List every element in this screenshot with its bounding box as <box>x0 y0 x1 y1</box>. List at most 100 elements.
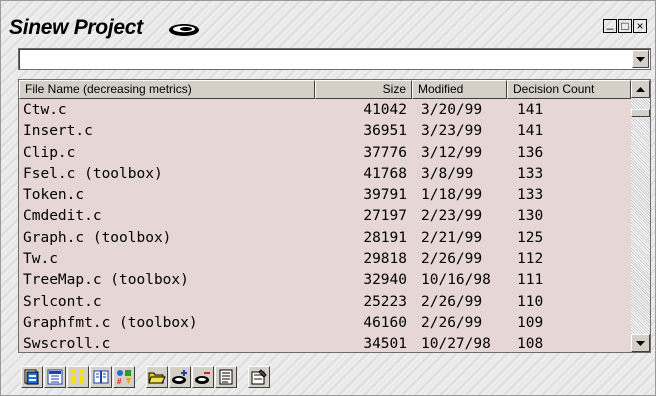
file-modified: 10/16/98 <box>421 272 491 289</box>
open-folder-button[interactable] <box>146 366 168 388</box>
list-item[interactable]: Swscroll.c 34501 10/27/98 108 <box>19 334 631 353</box>
column-header-modified[interactable]: Modified <box>412 80 507 99</box>
file-modified: 1/18/99 <box>421 187 483 204</box>
window-controls: _ □ × <box>603 16 647 33</box>
file-name: Token.c <box>23 187 85 204</box>
restore-icon: □ <box>621 19 629 33</box>
file-decision-count: 109 <box>517 314 544 331</box>
open-folder-icon <box>148 372 166 384</box>
detail-view-button[interactable] <box>44 366 66 388</box>
scroll-down-button[interactable] <box>631 334 650 352</box>
file-name: TreeMap.c (toolbox) <box>23 272 189 289</box>
file-decision-count: 133 <box>517 165 544 182</box>
minimize-button[interactable]: _ <box>603 16 617 33</box>
file-modified: 3/23/99 <box>421 123 483 140</box>
file-size: 46160 <box>363 314 407 331</box>
dropdown-button[interactable] <box>632 50 649 68</box>
title-bar: Sinew Project _ □ × <box>7 11 649 43</box>
book-view-button[interactable] <box>90 366 112 388</box>
arrow-down-icon <box>636 340 645 346</box>
list-item[interactable]: Tw.c 29818 2/26/99 112 <box>19 249 631 270</box>
list-item[interactable]: Graphfmt.c (toolbox) 46160 2/26/99 109 <box>19 313 631 334</box>
list-item[interactable]: Cmdedit.c 27197 2/23/99 130 <box>19 206 631 227</box>
file-view-icon <box>24 369 39 385</box>
scroll-up-button[interactable] <box>631 80 650 98</box>
close-icon: × <box>636 19 644 33</box>
file-name: Insert.c <box>23 123 93 140</box>
file-modified: 3/12/99 <box>421 144 483 161</box>
file-decision-count: 133 <box>517 187 544 204</box>
remove-disk-button[interactable] <box>192 366 214 388</box>
list-item[interactable]: Clip.c 37776 3/12/99 136 <box>19 143 631 164</box>
file-size: 41042 <box>363 102 407 118</box>
file-size: 28191 <box>363 229 407 246</box>
column-header-size[interactable]: Size <box>315 80 412 99</box>
properties-button[interactable] <box>248 366 270 388</box>
restore-button[interactable]: □ <box>618 19 632 33</box>
list-rows: Ctw.c 41042 3/20/99 141 Insert.c 36951 3/23/9… <box>19 100 631 353</box>
file-name: Tw.c <box>23 251 58 268</box>
file-name: Fsel.c (toolbox) <box>23 165 163 182</box>
file-modified: 3/20/99 <box>421 102 483 118</box>
file-modified: 2/26/99 <box>421 293 483 310</box>
list-item[interactable]: Ctw.c 41042 3/20/99 141 <box>19 100 631 121</box>
file-decision-count: 141 <box>517 102 544 118</box>
scroll-thumb[interactable] <box>631 109 650 118</box>
tile-view-icon <box>71 370 84 384</box>
list-item[interactable]: Srlcont.c 25223 2/26/99 110 <box>19 292 631 313</box>
file-decision-count: 125 <box>517 229 544 246</box>
file-size: 32940 <box>363 272 407 289</box>
list-header: File Name (decreasing metrics) Size Modi… <box>19 80 631 99</box>
file-decision-count: 136 <box>517 144 544 161</box>
file-size: 41768 <box>363 165 407 182</box>
file-list: File Name (decreasing metrics) Size Modi… <box>18 79 651 353</box>
vertical-scrollbar[interactable] <box>631 80 650 352</box>
file-modified: 2/26/99 <box>421 314 483 331</box>
toolbar: # <box>21 365 271 389</box>
file-decision-count: 112 <box>517 251 544 268</box>
file-decision-count: 110 <box>517 293 544 310</box>
file-modified: 2/21/99 <box>421 229 483 246</box>
column-header-decision-count[interactable]: Decision Count <box>507 80 631 99</box>
list-item[interactable]: Graph.c (toolbox) 28191 2/21/99 125 <box>19 228 631 249</box>
file-name: Graphfmt.c (toolbox) <box>23 314 198 331</box>
metrics-button[interactable]: # <box>113 366 135 388</box>
tile-view-button[interactable] <box>67 366 89 388</box>
column-header-file-name[interactable]: File Name (decreasing metrics) <box>19 80 315 99</box>
path-dropdown[interactable] <box>18 48 651 70</box>
properties-icon <box>251 369 267 385</box>
metrics-icon: # <box>117 370 131 385</box>
file-decision-count: 130 <box>517 208 544 225</box>
file-size: 25223 <box>363 293 407 310</box>
file-modified: 2/26/99 <box>421 251 483 268</box>
file-name: Swscroll.c <box>23 336 111 353</box>
file-size: 39791 <box>363 187 407 204</box>
list-button[interactable] <box>215 366 237 388</box>
list-item[interactable]: Insert.c 36951 3/23/99 141 <box>19 121 631 142</box>
file-name: Cmdedit.c <box>23 208 102 225</box>
file-decision-count: 108 <box>517 336 544 353</box>
file-modified: 10/27/98 <box>421 336 491 353</box>
svg-text:#: # <box>117 377 122 385</box>
file-view-button[interactable] <box>21 366 43 388</box>
file-size: 37776 <box>363 144 407 161</box>
detail-view-icon <box>47 369 63 385</box>
close-button[interactable]: × <box>633 19 647 33</box>
file-name: Srlcont.c <box>23 293 102 310</box>
list-item[interactable]: TreeMap.c (toolbox) 32940 10/16/98 111 <box>19 270 631 291</box>
chevron-down-icon <box>636 56 645 62</box>
file-modified: 3/8/99 <box>421 165 474 182</box>
file-size: 27197 <box>363 208 407 225</box>
add-disk-button[interactable] <box>169 366 191 388</box>
sinew-project-window: Sinew Project _ □ × File Name (decreasin… <box>0 0 656 396</box>
arrow-up-icon <box>636 86 645 92</box>
minimize-icon: _ <box>606 16 614 30</box>
file-size: 36951 <box>363 123 407 140</box>
window-title: Sinew Project <box>9 16 143 39</box>
list-item[interactable]: Fsel.c (toolbox) 41768 3/8/99 133 <box>19 164 631 185</box>
file-size: 29818 <box>363 251 407 268</box>
file-name: Graph.c (toolbox) <box>23 229 172 246</box>
list-item[interactable]: Token.c 39791 1/18/99 133 <box>19 185 631 206</box>
file-decision-count: 141 <box>517 123 544 140</box>
file-name: Ctw.c <box>23 102 67 118</box>
